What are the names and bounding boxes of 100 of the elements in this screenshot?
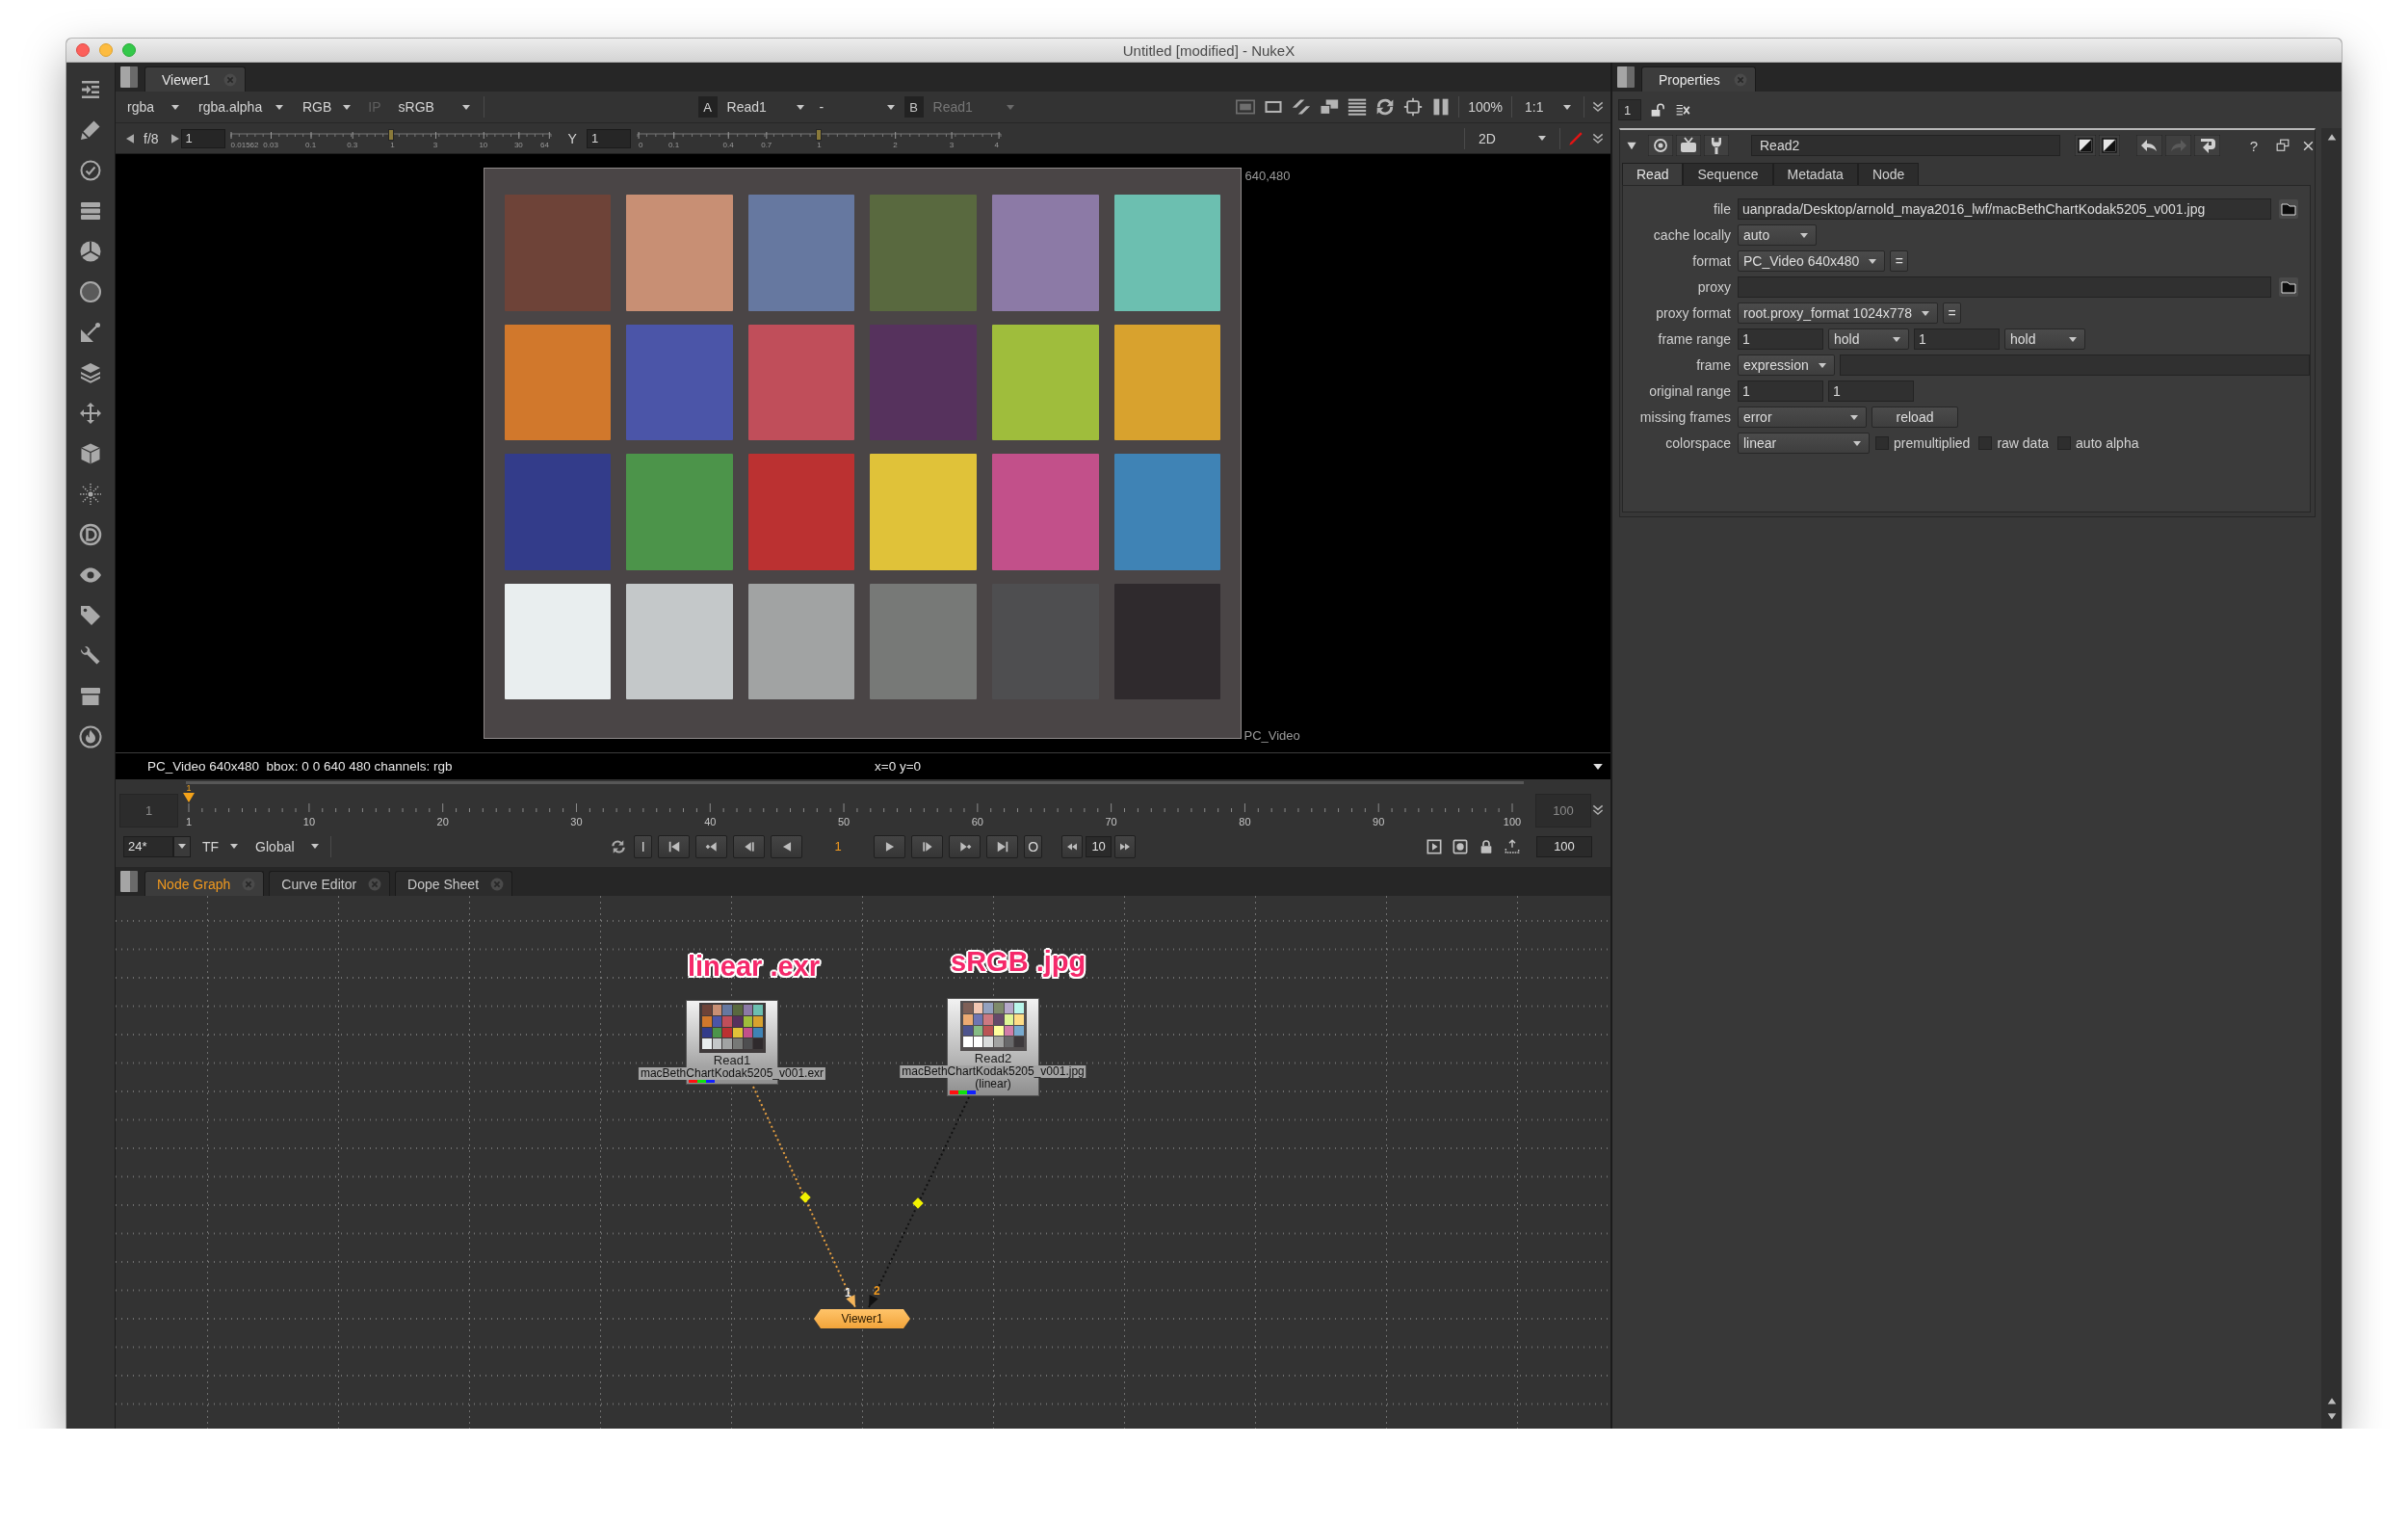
double-chevron-icon[interactable] <box>1591 100 1605 114</box>
skip-end-button[interactable] <box>986 834 1019 858</box>
number-field[interactable]: 1 <box>1738 328 1823 350</box>
folder-icon[interactable] <box>2279 277 2298 297</box>
number-field[interactable]: 1 <box>1738 381 1823 402</box>
timeline-track[interactable]: 1 10 20 30 40 50 60 70 80 90 100 1 <box>186 781 1524 833</box>
float-window-icon[interactable] <box>2276 139 2290 152</box>
time-format-dropdown[interactable]: TF <box>196 834 245 858</box>
properties-section-tab[interactable]: Sequence <box>1683 163 1773 185</box>
last-frame-field[interactable]: 100 <box>1536 835 1592 857</box>
viewer-lut-dropdown[interactable]: sRGB <box>392 95 476 118</box>
tv-icon[interactable] <box>1676 135 1701 156</box>
play-reverse-button[interactable] <box>771 834 803 858</box>
zoom-level[interactable]: 100% <box>1466 99 1505 115</box>
end-frame-field[interactable]: 100 <box>1535 793 1591 827</box>
out-point-button[interactable]: O <box>1024 834 1043 858</box>
check-circle-icon[interactable] <box>79 159 102 182</box>
checkbox[interactable] <box>1875 436 1889 450</box>
d-circle-icon[interactable] <box>79 523 102 546</box>
node-name-field[interactable]: Read2 <box>1751 135 2060 156</box>
viewer-node[interactable]: Viewer1 <box>814 1309 910 1328</box>
knob-dropdown[interactable]: error <box>1738 407 1867 428</box>
cube-icon[interactable] <box>79 442 102 465</box>
right-arrow-icon[interactable] <box>170 133 179 144</box>
lines-icon[interactable] <box>1347 97 1369 117</box>
max-panels-field[interactable]: 1 <box>1618 99 1641 120</box>
double-chevron-icon[interactable] <box>1591 131 1605 145</box>
rewind-button[interactable] <box>1061 834 1084 858</box>
caret-icon[interactable] <box>1593 763 1603 770</box>
viewer-tab[interactable]: Viewer1 <box>144 66 247 92</box>
panel-tab[interactable]: Dope Sheet <box>395 871 513 896</box>
pencil-icon[interactable] <box>79 118 102 142</box>
region-rectangle-icon[interactable] <box>1235 97 1257 117</box>
text-field[interactable] <box>1738 276 2271 298</box>
skip-start-button[interactable] <box>658 834 691 858</box>
close-window-icon[interactable] <box>76 43 90 57</box>
properties-tab[interactable]: Properties <box>1641 66 1756 92</box>
knob-dropdown[interactable]: hold <box>1828 328 1909 350</box>
panel-arrow-icon[interactable] <box>79 78 102 101</box>
eyedropper-icon[interactable] <box>79 321 102 344</box>
knob-dropdown[interactable]: PC_Video 640x480 <box>1738 250 1886 272</box>
wrench-icon[interactable] <box>1704 135 1729 156</box>
stacked-bars-icon[interactable] <box>79 199 102 223</box>
panel-tab[interactable]: Node Graph <box>144 871 265 896</box>
play-button[interactable] <box>874 834 906 858</box>
left-arrow-icon[interactable] <box>126 133 134 144</box>
help-button[interactable]: ? <box>2245 137 2262 154</box>
fps-dropdown-button[interactable] <box>173 835 191 857</box>
properties-section-tab[interactable]: Metadata <box>1772 163 1858 185</box>
lock-icon[interactable] <box>1479 838 1494 854</box>
text-field[interactable]: uanprada/Desktop/arnold_maya2016_lwf/macBethChartKodak5205_v001.jpg <box>1738 198 2271 220</box>
slider-thumb[interactable] <box>387 128 394 141</box>
number-field[interactable]: 1 <box>1828 381 1914 402</box>
collapse-icon[interactable] <box>1626 140 1637 151</box>
scroll-down-icon[interactable] <box>2325 1411 2338 1421</box>
next-key-button[interactable] <box>949 834 982 858</box>
input-a-dropdown[interactable]: Read1 <box>720 95 810 118</box>
scrollbar[interactable] <box>2321 128 2342 1429</box>
view-mode-dropdown[interactable]: 2D <box>1473 126 1552 150</box>
knob-dropdown[interactable]: auto <box>1738 224 1817 246</box>
gain-field[interactable]: 1 <box>180 128 225 148</box>
knob-dropdown[interactable]: linear <box>1738 433 1870 454</box>
tag-icon[interactable] <box>79 604 102 627</box>
text-field[interactable] <box>1839 354 2310 376</box>
unlocked-icon[interactable] <box>1651 102 1665 118</box>
gamma-field[interactable]: 1 <box>586 128 631 148</box>
channels-dropdown[interactable]: rgba <box>121 95 185 118</box>
target-square-icon[interactable] <box>1402 97 1425 117</box>
flame-icon[interactable] <box>79 725 102 748</box>
panel-tab[interactable]: Curve Editor <box>269 871 391 896</box>
clear-panels-icon[interactable] <box>1675 102 1691 118</box>
in-point-button[interactable]: I <box>634 834 653 858</box>
frame-step-field[interactable]: 10 <box>1086 835 1112 857</box>
step-forward-button[interactable] <box>911 834 944 858</box>
start-frame-field[interactable]: 1 <box>119 793 178 827</box>
knob-button[interactable]: reload <box>1871 407 1958 428</box>
fast-forward-button[interactable] <box>1114 834 1137 858</box>
pixel-ratio-dropdown[interactable]: 1:1 <box>1519 95 1577 118</box>
checkbox[interactable] <box>2057 436 2072 450</box>
wipe-mode-dropdown[interactable]: - <box>813 95 901 118</box>
knob-button[interactable]: = <box>1890 250 1909 272</box>
knob-dropdown[interactable]: hold <box>2004 328 2085 350</box>
revert-icon[interactable] <box>2193 135 2220 156</box>
gain-slider[interactable]: 0.01562 0.03 0.1 0.3 1 3 10 30 64 <box>230 125 551 151</box>
layers-icon[interactable] <box>79 361 102 384</box>
gamma-slider[interactable]: 0 0.1 0.4 0.7 1 2 3 4 <box>637 125 1001 151</box>
scroll-up-icon[interactable] <box>2325 132 2338 142</box>
step-back-button[interactable] <box>733 834 766 858</box>
sparkle-icon[interactable] <box>79 483 102 506</box>
folder-icon[interactable] <box>2279 199 2298 219</box>
knob-button[interactable]: = <box>1943 302 1962 324</box>
pie-chart-icon[interactable] <box>79 240 102 263</box>
overlapping-squares-icon[interactable] <box>1319 97 1341 117</box>
fps-field[interactable]: 24* <box>123 835 173 857</box>
close-icon[interactable] <box>2302 139 2315 152</box>
pen-icon[interactable] <box>1568 130 1584 146</box>
number-field[interactable]: 1 <box>1914 328 2000 350</box>
slider-thumb[interactable] <box>816 128 823 141</box>
flipbook-icon[interactable] <box>1426 838 1442 854</box>
contrast-square-icon[interactable] <box>2074 135 2096 156</box>
